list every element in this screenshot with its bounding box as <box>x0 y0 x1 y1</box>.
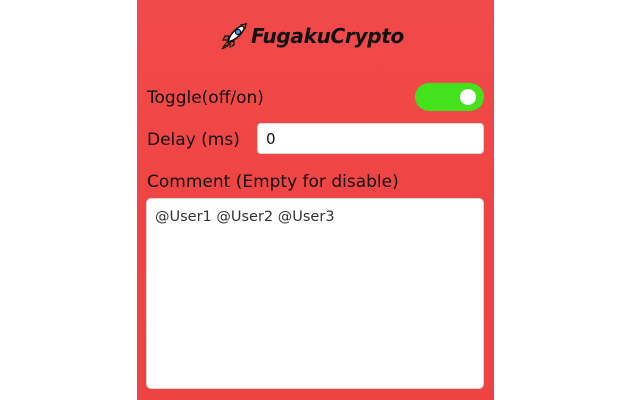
comment-textarea[interactable]: @User1 @User2 @User3 <box>146 198 484 389</box>
brand-name: FugakuCrypto <box>251 24 404 48</box>
delay-input[interactable] <box>257 123 484 154</box>
settings-panel: FugakuCrypto Toggle(off/on) Delay (ms) C… <box>137 0 494 400</box>
brand-logo: FugakuCrypto <box>219 20 404 52</box>
rocket-icon <box>219 21 249 51</box>
comment-label: Comment (Empty for disable) <box>147 172 399 192</box>
delay-label: Delay (ms) <box>147 130 240 150</box>
toggle-label: Toggle(off/on) <box>147 88 264 108</box>
toggle-knob <box>460 89 476 105</box>
enable-toggle[interactable] <box>415 83 484 111</box>
